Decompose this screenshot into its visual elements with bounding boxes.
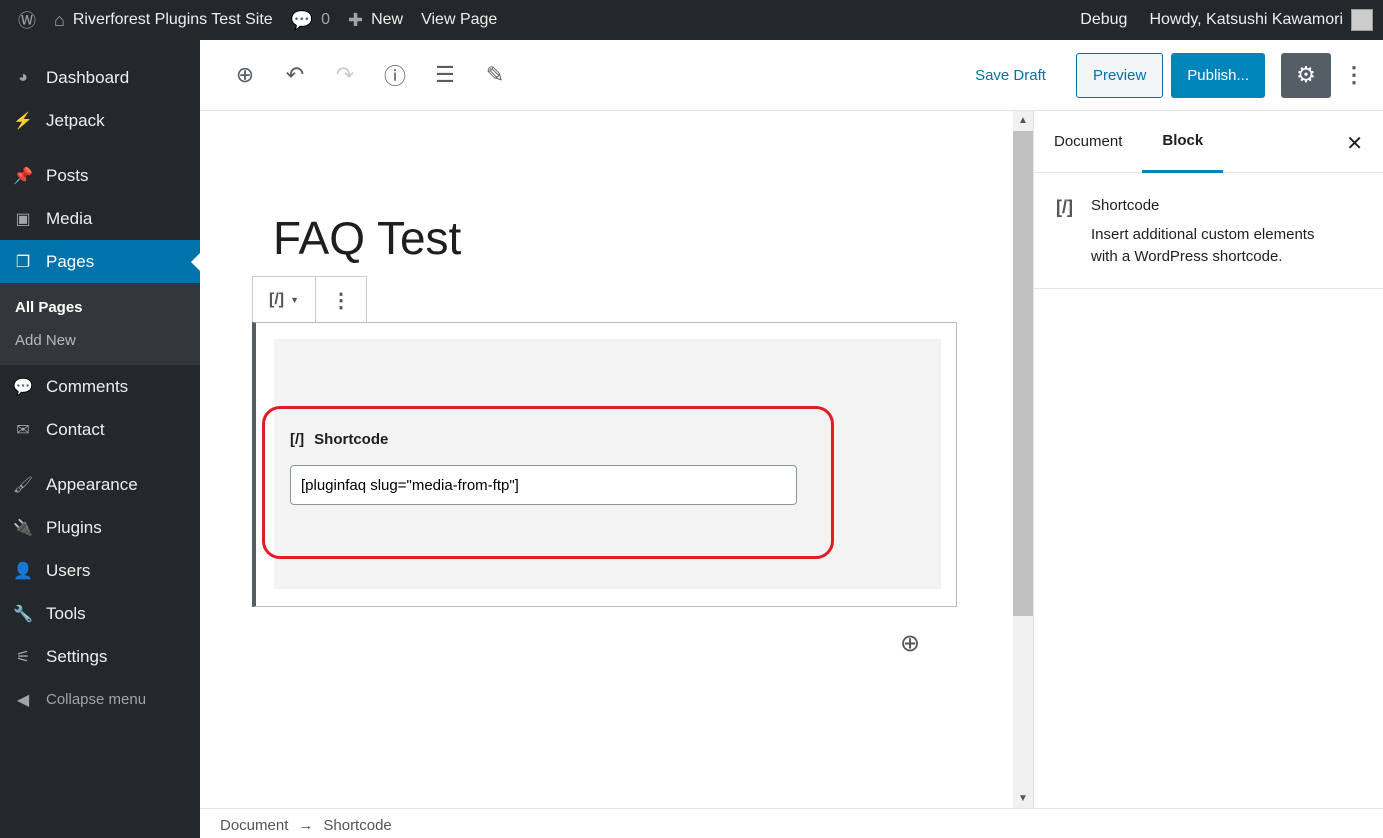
scroll-up-icon[interactable]: ▲ <box>1013 115 1033 126</box>
wordpress-logo-button[interactable]: Ⓦ <box>18 7 36 33</box>
tab-document[interactable]: Document <box>1034 111 1142 173</box>
undo-icon[interactable]: ↶ <box>270 62 320 88</box>
submenu-add-new[interactable]: Add New <box>0 324 200 357</box>
editor-toolbar: ⊕ ↶ ↷ ⓘ ☰ ✎ Save Draft Preview Publish..… <box>200 40 1383 111</box>
settings-icon: ⚟ <box>15 648 31 666</box>
sidebar-item-pages[interactable]: ❐ Pages <box>0 240 200 283</box>
label: Posts <box>46 165 89 185</box>
scroll-down-icon[interactable]: ▼ <box>1013 793 1033 804</box>
plus-icon: ✚ <box>348 9 364 30</box>
pages-icon: ❐ <box>15 253 31 271</box>
block-info: [/] Shortcode Insert additional custom e… <box>1034 173 1383 289</box>
mail-icon: ✉ <box>16 421 30 439</box>
block-description: Insert additional custom elements with a… <box>1091 226 1315 265</box>
label: Plugins <box>46 517 102 537</box>
breadcrumb: Document → Shortcode <box>200 808 1383 838</box>
sidebar-item-users[interactable]: 👤 Users <box>0 549 200 592</box>
outline-icon[interactable]: ☰ <box>420 62 470 88</box>
block-toolbar: [/] ▼ ⋮ <box>252 276 367 323</box>
scroll-thumb[interactable] <box>1013 131 1033 616</box>
save-draft-button[interactable]: Save Draft <box>975 67 1046 84</box>
editor-canvas: FAQ Test [/]▼ ⋮ [/]Shortcode ⊕ <box>200 111 1013 808</box>
new-label: New <box>371 11 404 28</box>
site-name: Riverforest Plugins Test Site <box>72 11 273 28</box>
label: Appearance <box>46 474 138 494</box>
breadcrumb-shortcode[interactable]: Shortcode <box>323 817 391 834</box>
preview-button[interactable]: Preview <box>1075 52 1164 98</box>
shortcode-icon: [/] <box>268 291 285 308</box>
caret-down-icon: ▼ <box>290 295 300 305</box>
wrench-icon: 🔧 <box>13 605 33 623</box>
label: Pages <box>46 251 95 271</box>
howdy-label: Howdy, Katsushi Kawamori <box>1149 11 1343 28</box>
collapse-icon: ◀ <box>16 691 30 709</box>
admin-sidebar: ◕ Dashboard ⚡ Jetpack 📌 Posts ▣ Media ❐ Pages… <box>0 40 200 838</box>
page-title[interactable]: FAQ Test <box>273 211 461 265</box>
avatar <box>1351 9 1373 31</box>
editor-scrollbar[interactable]: ▲ ▼ <box>1013 111 1033 808</box>
breadcrumb-document[interactable]: Document <box>220 817 288 834</box>
highlight-annotation <box>262 406 834 559</box>
sidebar-item-plugins[interactable]: 🔌 Plugins <box>0 506 200 549</box>
publish-button[interactable]: Publish... <box>1171 52 1265 98</box>
view-page-link[interactable]: View Page <box>421 11 497 29</box>
sidebar-item-media[interactable]: ▣ Media <box>0 197 200 240</box>
sidebar-item-posts[interactable]: 📌 Posts <box>0 154 200 197</box>
more-options-icon[interactable]: ⋮ <box>1339 62 1369 88</box>
account-link[interactable]: Howdy, Katsushi Kawamori <box>1149 9 1373 31</box>
label: Settings <box>46 646 108 666</box>
view-page-label: View Page <box>421 11 498 28</box>
sidebar-item-tools[interactable]: 🔧 Tools <box>0 592 200 635</box>
pages-submenu: All Pages Add New <box>0 283 200 365</box>
comment-icon: 💬 <box>290 9 314 30</box>
sidebar-item-dashboard[interactable]: ◕ Dashboard <box>0 56 200 99</box>
new-link[interactable]: ✚ New <box>348 10 403 31</box>
settings-gear-icon[interactable]: ⚙ <box>1281 52 1331 98</box>
jetpack-icon: ⚡ <box>13 112 33 130</box>
admin-bar: Ⓦ ⌂ Riverforest Plugins Test Site 💬 0 ✚ New… <box>0 0 1383 40</box>
sidebar-item-contact[interactable]: ✉ Contact <box>0 408 200 451</box>
label: Dashboard <box>46 67 130 87</box>
redo-icon[interactable]: ↷ <box>320 62 370 88</box>
comments-link[interactable]: 💬 0 <box>291 10 330 31</box>
site-link[interactable]: ⌂ Riverforest Plugins Test Site <box>54 10 273 31</box>
label: Jetpack <box>46 110 105 130</box>
plugin-icon: 🔌 <box>13 519 33 537</box>
tab-block[interactable]: Block <box>1142 111 1224 173</box>
label: Contact <box>46 419 105 439</box>
label: Collapse menu <box>46 691 147 708</box>
media-icon: ▣ <box>15 210 31 228</box>
label: Comments <box>46 376 129 396</box>
block-type-switcher[interactable]: [/] ▼ <box>253 277 316 323</box>
pin-icon: 📌 <box>13 167 33 185</box>
label: Users <box>46 560 91 580</box>
sidebar-item-comments[interactable]: 💬 Comments <box>0 365 200 408</box>
block-name: Shortcode <box>1091 197 1160 214</box>
breadcrumb-arrow: → <box>298 817 314 834</box>
user-icon: 👤 <box>13 562 33 580</box>
label: Media <box>46 208 93 228</box>
comment-icon: 💬 <box>13 378 33 396</box>
sidebar-item-appearance[interactable]: 🖌 Appearance <box>0 463 200 506</box>
comment-count: 0 <box>321 11 330 28</box>
add-block-icon[interactable]: ⊕ <box>900 629 920 658</box>
brush-icon: 🖌 <box>12 476 34 494</box>
label: Tools <box>46 603 86 623</box>
info-icon[interactable]: ⓘ <box>370 59 420 91</box>
collapse-menu[interactable]: ◀ Collapse menu <box>0 678 200 721</box>
block-more-icon[interactable]: ⋮ <box>316 277 366 323</box>
edit-icon[interactable]: ✎ <box>470 62 520 88</box>
settings-sidebar: Document Block ✕ [/] Shortcode Insert ad… <box>1033 111 1383 808</box>
debug-link[interactable]: Debug <box>1080 11 1127 29</box>
sidebar-item-settings[interactable]: ⚟ Settings <box>0 635 200 678</box>
add-block-icon[interactable]: ⊕ <box>220 62 270 88</box>
submenu-all-pages[interactable]: All Pages <box>0 291 200 324</box>
shortcode-icon: [/] <box>1056 197 1073 217</box>
home-icon: ⌂ <box>54 9 65 30</box>
wordpress-icon: Ⓦ <box>18 11 36 31</box>
dashboard-icon: ◕ <box>18 68 28 86</box>
sidebar-item-jetpack[interactable]: ⚡ Jetpack <box>0 99 200 142</box>
close-icon[interactable]: ✕ <box>1346 131 1363 156</box>
